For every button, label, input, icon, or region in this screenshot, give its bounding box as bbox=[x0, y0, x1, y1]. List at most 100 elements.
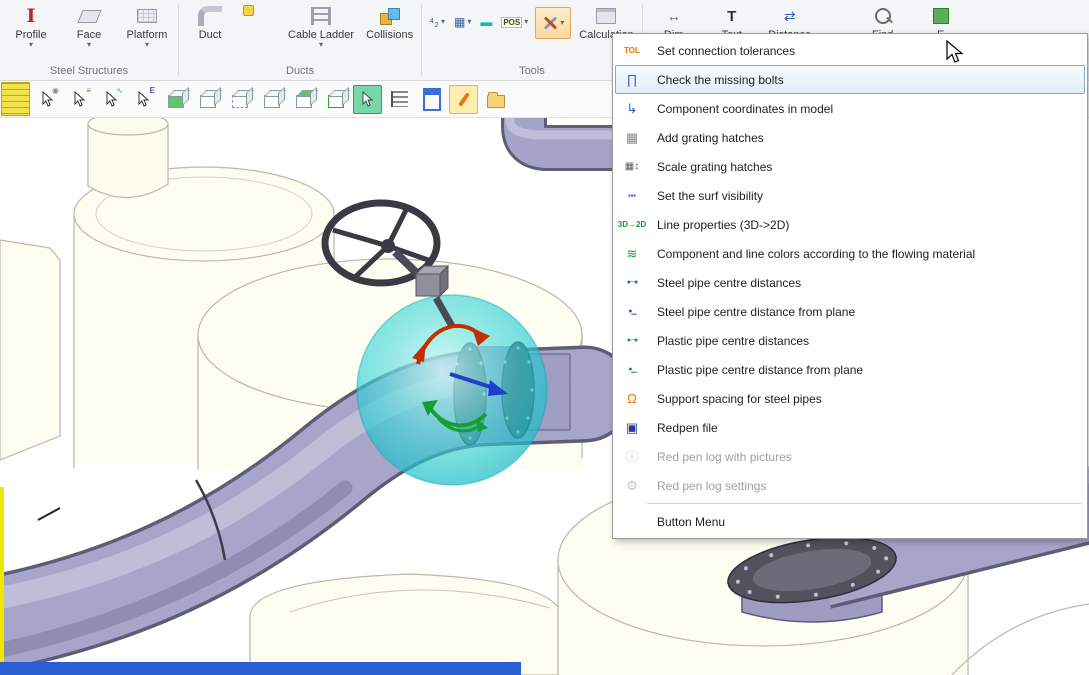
add-grating-hatches-icon: ▦ bbox=[616, 131, 648, 144]
select-curve-icon[interactable]: ∿ bbox=[97, 85, 126, 114]
select-component-icon[interactable]: ◉ bbox=[33, 85, 62, 114]
select-steel-icon[interactable]: ≡ bbox=[65, 85, 94, 114]
scale-tool-button[interactable]: ⁴₂ ▾ bbox=[426, 13, 448, 31]
menu-item-support-spacing[interactable]: Ω Support spacing for steel pipes bbox=[615, 384, 1085, 413]
chevron-down-icon: ▾ bbox=[29, 42, 33, 48]
menu-item-label: Steel pipe centre distances bbox=[648, 276, 801, 290]
green-cube-icon bbox=[933, 8, 949, 24]
application-window: I Profile ▾ Face ▾ Platform ▾ Steel Stru… bbox=[0, 0, 1089, 675]
chevron-down-icon: ▾ bbox=[467, 19, 471, 25]
work-list-icon[interactable] bbox=[385, 85, 414, 114]
support-spacing-icon: Ω bbox=[616, 392, 648, 405]
menu-item-set-surf-visibility[interactable]: ┅ Set the surf visibility bbox=[615, 181, 1085, 210]
redline-note-icon[interactable] bbox=[449, 85, 478, 114]
tolerance-icon: TOL bbox=[616, 44, 648, 57]
menu-item-label: Check the missing bolts bbox=[648, 73, 784, 87]
duct-edit-icon[interactable] bbox=[243, 5, 254, 16]
collisions-icon bbox=[379, 7, 401, 25]
face-icon bbox=[77, 10, 101, 23]
panel-tool-icon: ▬ bbox=[480, 15, 492, 29]
ruler-icon[interactable] bbox=[1, 82, 30, 116]
scale-tool-icon: ⁴₂ bbox=[429, 15, 439, 29]
collisions-button[interactable]: Collisions bbox=[362, 3, 417, 42]
text-icon: T bbox=[727, 8, 736, 25]
ribbon-group-steel-structures: I Profile ▾ Face ▾ Platform ▾ Steel Stru… bbox=[0, 0, 178, 80]
menu-item-plastic-pipe-distance-from-plane[interactable]: ●▁ Plastic pipe centre distance from pla… bbox=[615, 355, 1085, 384]
chevron-down-icon: ▾ bbox=[441, 19, 445, 25]
tools-menu-button[interactable]: ▾ bbox=[535, 7, 571, 39]
platform-icon bbox=[137, 9, 157, 23]
menu-item-add-grating-hatches[interactable]: ▦ Add grating hatches bbox=[615, 123, 1085, 152]
wire-box-icon[interactable] bbox=[193, 85, 222, 114]
menu-item-label: Red pen log settings bbox=[648, 479, 766, 493]
menu-item-label: Line properties (3D->2D) bbox=[648, 218, 789, 232]
menu-item-line-properties-3d-2d[interactable]: 3D→2D Line properties (3D->2D) bbox=[615, 210, 1085, 239]
tools-dropdown-menu: TOL Set connection tolerances ∏ Check th… bbox=[612, 33, 1088, 539]
face-button[interactable]: Face ▾ bbox=[62, 3, 116, 49]
grid-tool-button[interactable]: ▦ ▾ bbox=[451, 13, 474, 31]
cable-ladder-button[interactable]: Cable Ladder ▾ bbox=[284, 3, 358, 49]
group-label-ducts: Ducts bbox=[183, 65, 417, 80]
block-icon[interactable] bbox=[417, 85, 446, 114]
menu-item-label: Plastic pipe centre distance from plane bbox=[648, 363, 863, 377]
wire-box-3-icon[interactable] bbox=[257, 85, 286, 114]
missing-bolts-icon: ∏ bbox=[616, 73, 648, 86]
line-properties-3d2d-icon: 3D→2D bbox=[616, 218, 648, 231]
group-label-steel-structures: Steel Structures bbox=[4, 65, 174, 80]
menu-item-label: Steel pipe centre distance from plane bbox=[648, 305, 855, 319]
menu-item-component-coordinates[interactable]: ↳ Component coordinates in model bbox=[615, 94, 1085, 123]
menu-item-set-connection-tolerances[interactable]: TOL Set connection tolerances bbox=[615, 36, 1085, 65]
menu-item-label: Component coordinates in model bbox=[648, 102, 833, 116]
folder-icon[interactable] bbox=[481, 85, 510, 114]
tank-left-partial bbox=[0, 240, 60, 460]
dimension-icon: ↔ bbox=[667, 8, 681, 24]
profile-beam-icon: I bbox=[27, 6, 36, 26]
pos-tool-icon: POS bbox=[501, 17, 522, 28]
menu-item-label: Button Menu bbox=[648, 515, 725, 529]
select-inside-box-icon[interactable] bbox=[353, 85, 382, 114]
menu-item-check-missing-bolts[interactable]: ∏ Check the missing bolts bbox=[615, 65, 1085, 94]
distance-icon: ⇄ bbox=[784, 8, 796, 25]
pos-tool-button[interactable]: POS ▾ bbox=[498, 15, 531, 30]
duct-label: Duct bbox=[199, 29, 222, 41]
wire-box-4-icon[interactable] bbox=[321, 85, 350, 114]
vessel-bottom-center bbox=[250, 574, 562, 675]
menu-item-label: Component and line colors according to t… bbox=[648, 247, 975, 261]
pipe-top-right bbox=[510, 118, 614, 148]
green-box-icon[interactable] bbox=[161, 85, 190, 114]
menu-item-button-menu[interactable]: Button Menu bbox=[615, 507, 1085, 536]
chevron-down-icon: ▾ bbox=[524, 19, 528, 25]
menu-item-redpen-file[interactable]: ▣ Redpen file bbox=[615, 413, 1085, 442]
grid-tool-icon: ▦ bbox=[454, 15, 465, 29]
menu-item-steel-pipe-distance-from-plane[interactable]: ●▁ Steel pipe centre distance from plane bbox=[615, 297, 1085, 326]
plastic-pipe-plane-icon: ●▁ bbox=[616, 363, 648, 376]
menu-item-label: Plastic pipe centre distances bbox=[648, 334, 809, 348]
duct-icon bbox=[198, 6, 222, 26]
menu-item-flowing-material-colors[interactable]: ≋ Component and line colors according to… bbox=[615, 239, 1085, 268]
menu-item-scale-grating-hatches[interactable]: ▦↕ Scale grating hatches bbox=[615, 152, 1085, 181]
info-icon: ⓘ bbox=[616, 450, 648, 463]
wire-box-2-icon[interactable] bbox=[225, 85, 254, 114]
menu-item-label: Scale grating hatches bbox=[648, 160, 772, 174]
gear-icon: ⚙ bbox=[616, 479, 648, 492]
taskbar-fragment bbox=[0, 662, 521, 675]
platform-button[interactable]: Platform ▾ bbox=[120, 3, 174, 49]
profile-button[interactable]: I Profile ▾ bbox=[4, 3, 58, 49]
duct-button[interactable]: Duct bbox=[183, 3, 237, 42]
menu-item-label: Redpen file bbox=[648, 421, 718, 435]
steel-pipe-distances-icon: ●─● bbox=[616, 276, 648, 289]
component-coordinates-icon: ↳ bbox=[616, 102, 648, 115]
menu-item-redpen-log-pictures: ⓘ Red pen log with pictures bbox=[615, 442, 1085, 471]
menu-separator bbox=[647, 503, 1082, 504]
select-equipment-icon[interactable]: E bbox=[129, 85, 158, 114]
green-face-box-icon[interactable] bbox=[289, 85, 318, 114]
menu-item-plastic-pipe-centre-distances[interactable]: ●─● Plastic pipe centre distances bbox=[615, 326, 1085, 355]
menu-item-label: Set the surf visibility bbox=[648, 189, 763, 203]
panel-tool-button[interactable]: ▬ bbox=[477, 13, 495, 31]
menu-item-label: Add grating hatches bbox=[648, 131, 764, 145]
chevron-down-icon: ▾ bbox=[560, 20, 564, 26]
menu-item-redpen-log-settings: ⚙ Red pen log settings bbox=[615, 471, 1085, 500]
cable-ladder-icon bbox=[311, 7, 331, 25]
menu-item-steel-pipe-centre-distances[interactable]: ●─● Steel pipe centre distances bbox=[615, 268, 1085, 297]
flowing-material-colors-icon: ≋ bbox=[616, 247, 648, 260]
